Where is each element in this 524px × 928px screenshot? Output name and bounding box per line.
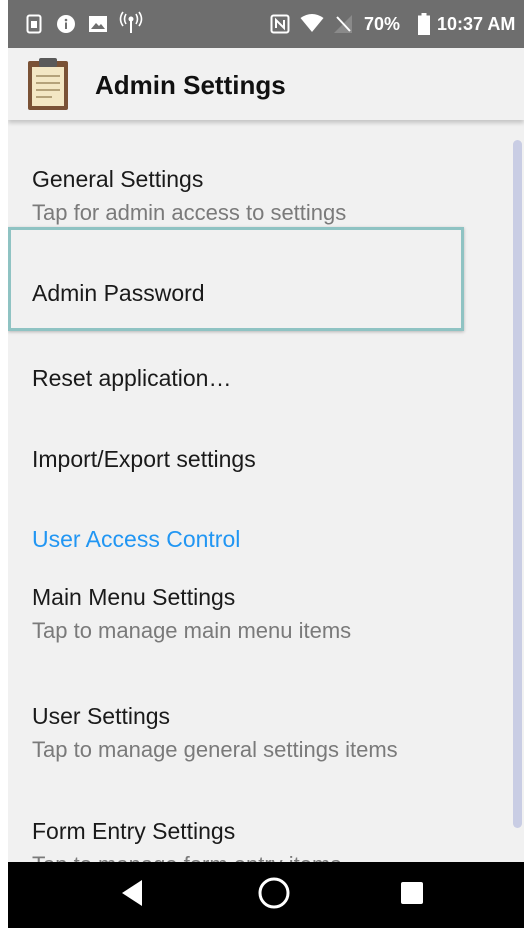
form-entry-settings-title: Form Entry Settings [32, 818, 236, 844]
scrollbar[interactable] [513, 140, 522, 828]
sim-icon [26, 14, 42, 39]
info-icon [56, 14, 76, 39]
home-icon [257, 876, 291, 915]
recents-button[interactable] [362, 862, 462, 928]
navigation-bar [8, 862, 524, 928]
user-settings-summary: Tap to manage general settings items [32, 737, 398, 762]
app-bar: Admin Settings [8, 48, 524, 120]
main-menu-settings-item[interactable]: Main Menu Settings Tap to manage main me… [8, 570, 513, 682]
reset-application-item[interactable]: Reset application… [8, 331, 513, 415]
clock: 10:37 AM [437, 14, 516, 34]
import-export-title: Import/Export settings [32, 446, 256, 472]
broadcast-icon [118, 11, 144, 40]
form-entry-settings-item[interactable]: Form Entry Settings Tap to manage form e… [8, 794, 513, 862]
back-icon [120, 879, 144, 912]
status-bar: 70% 10:37 AM [8, 0, 524, 48]
general-settings-summary: Tap for admin access to settings [32, 200, 347, 225]
general-settings-title: General Settings [32, 166, 204, 192]
settings-list: General Settings Tap for admin access to… [8, 120, 524, 862]
image-icon [88, 14, 108, 39]
screen: 70% 10:37 AM Admin Settings General Sett… [8, 0, 524, 928]
recents-icon [400, 881, 424, 910]
home-button[interactable] [224, 862, 324, 928]
user-settings-title: User Settings [32, 703, 171, 729]
battery-percent: 70% [364, 14, 401, 34]
reset-application-title: Reset application… [32, 365, 232, 391]
form-entry-settings-summary: Tap to manage form entry items [32, 851, 341, 862]
category-header: User Access Control [32, 526, 241, 552]
user-settings-item[interactable]: User Settings Tap to manage general sett… [8, 682, 513, 794]
selection-highlight [8, 227, 464, 331]
battery-icon [418, 13, 430, 40]
back-button[interactable] [82, 862, 182, 928]
import-export-item[interactable]: Import/Export settings [8, 415, 513, 499]
page-title: Admin Settings [95, 70, 286, 100]
wifi-icon [300, 13, 324, 38]
clipboard-icon [27, 57, 69, 116]
general-settings-item[interactable]: General Settings Tap for admin access to… [8, 120, 513, 227]
signal-icon [333, 14, 353, 39]
main-menu-settings-title: Main Menu Settings [32, 584, 236, 610]
main-menu-settings-summary: Tap to manage main menu items [32, 618, 352, 643]
nfc-icon [270, 14, 290, 39]
